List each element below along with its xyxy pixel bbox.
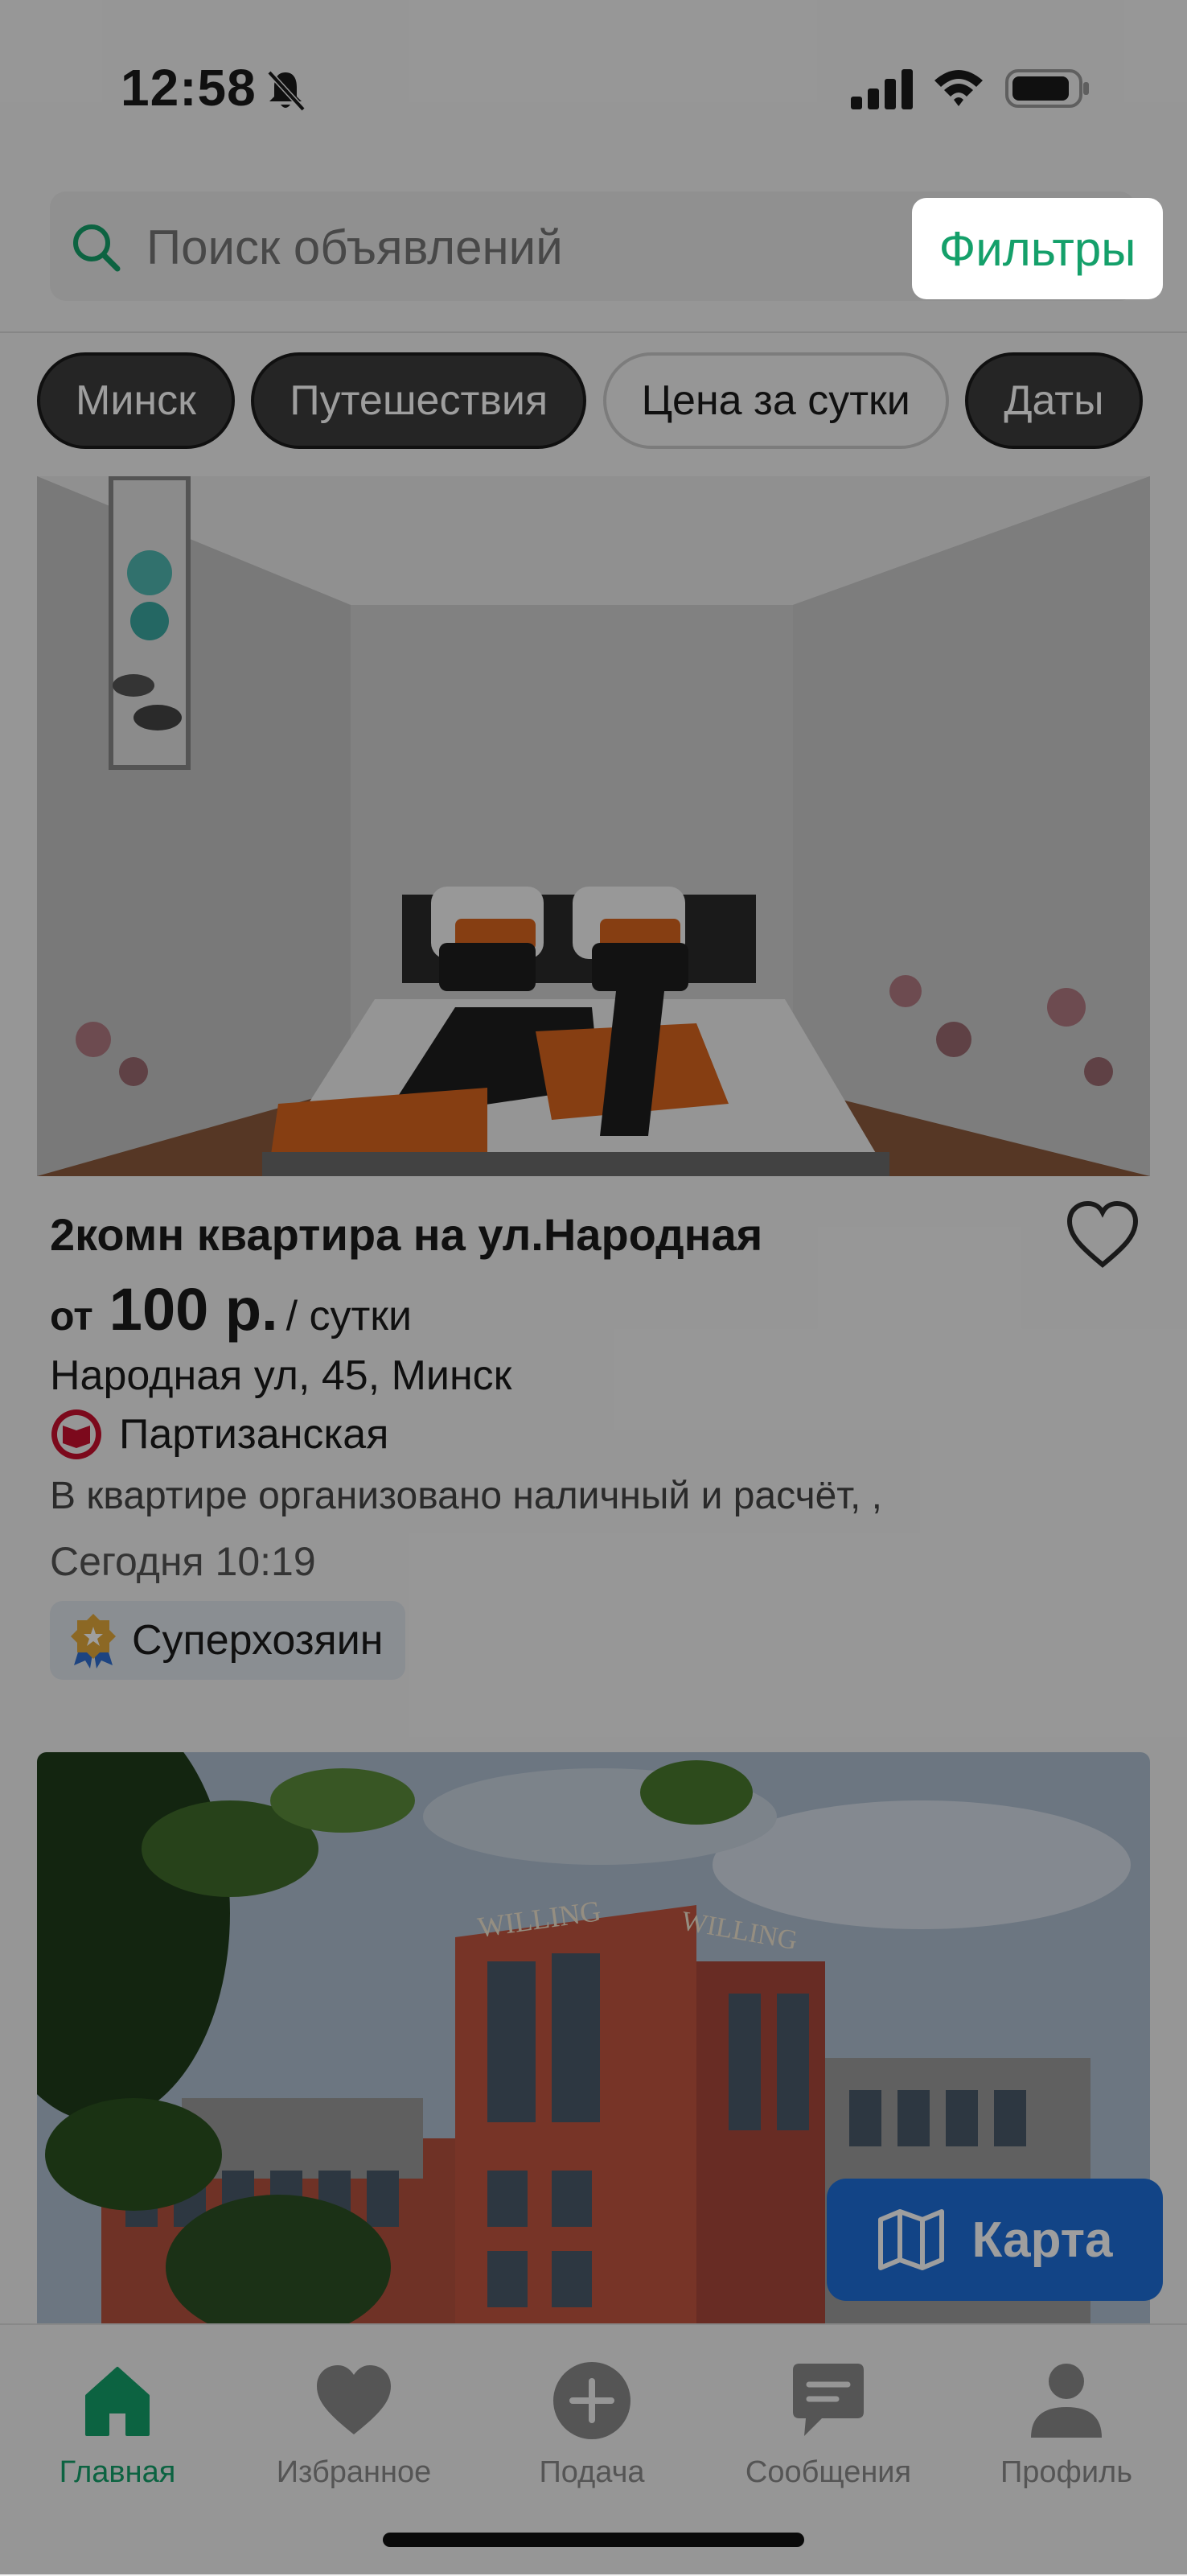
chip-category[interactable]: Путешествия — [251, 352, 587, 449]
tab-label: Сообщения — [745, 2455, 912, 2489]
metro-station: Партизанская — [119, 1411, 389, 1458]
tab-label: Подача — [539, 2455, 645, 2489]
tab-label: Избранное — [276, 2455, 432, 2489]
status-time: 12:58 — [121, 59, 257, 117]
search-input[interactable] — [145, 214, 872, 280]
listing-date: Сегодня 10:19 — [50, 1539, 316, 1584]
search-icon — [73, 224, 121, 272]
listing-title[interactable]: 2комн квартира на ул.Народная — [50, 1208, 762, 1261]
tab-home[interactable]: Главная — [13, 2360, 222, 2490]
listing-address: Народная ул, 45, Минск — [50, 1352, 512, 1399]
listing-price: от 100 р. / сутки — [50, 1275, 412, 1344]
award-icon — [71, 1614, 116, 1669]
badge-label: Суперхозяин — [132, 1617, 384, 1664]
map-button[interactable]: Карта — [827, 2179, 1163, 2301]
superhost-badge: Суперхозяин — [50, 1601, 406, 1680]
signal-icon — [851, 69, 913, 109]
tab-profile[interactable]: Профиль — [962, 2360, 1171, 2490]
map-button-label: Карта — [971, 2212, 1113, 2268]
filter-chips: Минск Путешествия Цена за сутки Даты — [37, 352, 1150, 457]
heart-icon — [317, 2365, 391, 2434]
price-unit: / сутки — [285, 1293, 413, 1339]
status-bar: 12:58 — [0, 0, 1187, 169]
price-from: от — [50, 1294, 93, 1339]
chip-city[interactable]: Минск — [37, 352, 235, 449]
wifi-icon — [934, 70, 983, 106]
battery-icon — [1005, 69, 1089, 108]
listing-description: В квартире организовано наличный и расчё… — [50, 1475, 882, 1517]
tab-label: Главная — [59, 2455, 176, 2489]
chip-price[interactable]: Цена за сутки — [602, 352, 949, 449]
chip-dates[interactable]: Даты — [965, 352, 1143, 449]
divider — [0, 331, 1187, 333]
listing-photo[interactable] — [37, 476, 1150, 1176]
profile-icon — [1031, 2364, 1102, 2438]
filters-button-highlight[interactable]: Фильтры — [912, 198, 1163, 299]
map-icon — [877, 2209, 944, 2270]
price-amount: 100 р. — [109, 1276, 278, 1343]
heart-icon[interactable] — [1065, 1200, 1140, 1269]
home-icon — [85, 2367, 150, 2436]
message-icon — [793, 2364, 864, 2436]
bell-muted-icon — [267, 70, 306, 112]
home-indicator — [383, 2533, 804, 2547]
bedroom-photo — [37, 476, 1150, 1176]
plus-circle-icon — [553, 2362, 630, 2439]
tab-post[interactable]: Подача — [487, 2360, 696, 2490]
tab-messages[interactable]: Сообщения — [724, 2360, 933, 2490]
tab-label: Профиль — [1000, 2455, 1133, 2489]
tab-favorites[interactable]: Избранное — [249, 2360, 458, 2490]
listing-metro: Партизанская — [50, 1408, 388, 1461]
metro-icon — [51, 1409, 101, 1459]
